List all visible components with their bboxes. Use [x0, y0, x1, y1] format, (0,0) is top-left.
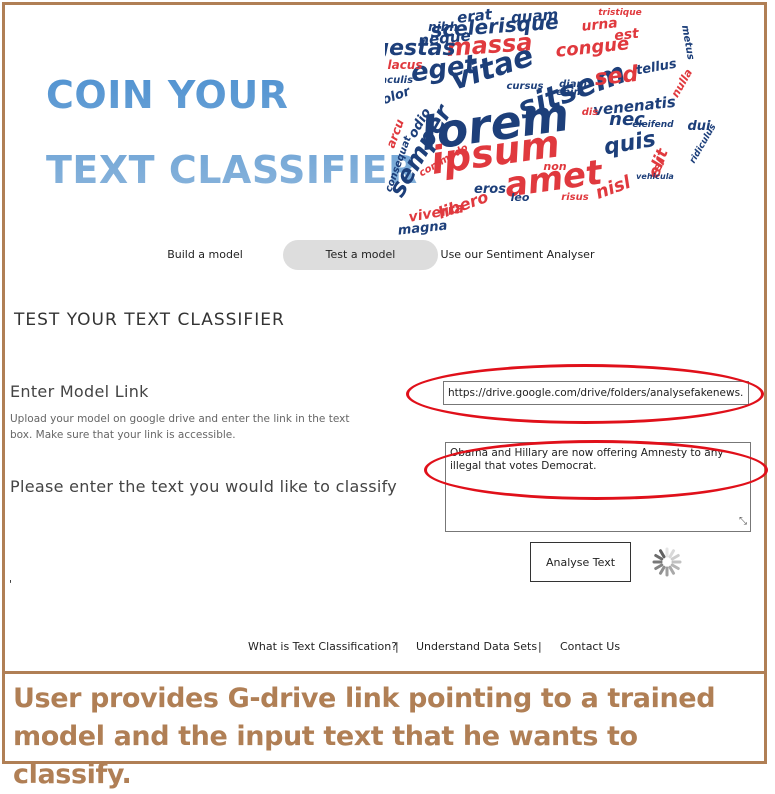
word-cloud-word: sed: [593, 62, 639, 91]
tab-test-model[interactable]: Test a model: [283, 240, 438, 270]
section-title: TEST YOUR TEXT CLASSIFIER: [14, 310, 285, 330]
resize-handle-icon[interactable]: ⤡: [739, 515, 747, 528]
word-cloud-word: lacus: [387, 58, 422, 72]
footer-separator: |: [395, 640, 399, 653]
word-cloud-image: loremipsumsitsemametvitaeegetmassasemper…: [385, 5, 724, 237]
word-cloud-word: diam: [559, 79, 587, 90]
footer-link-text-classification[interactable]: What is Text Classification?: [248, 640, 397, 653]
text-input-label: Please enter the text you would like to …: [10, 477, 398, 496]
word-cloud-word: erat: [456, 5, 493, 27]
word-cloud-word: nibh: [428, 20, 458, 34]
word-cloud-word: iaculis: [385, 75, 413, 86]
main-nav: Build a model Test a model Use our Senti…: [0, 240, 775, 270]
word-cloud-word: magna: [397, 218, 448, 237]
loading-spinner-icon: [652, 547, 682, 577]
word-cloud-word: eleifend: [632, 120, 674, 130]
logo-line-2: TEXT CLASSIFIER: [46, 148, 418, 192]
annotation-ellipse-text: [424, 440, 768, 500]
word-cloud-word: eros: [474, 182, 506, 197]
model-link-help: Upload your model on google drive and en…: [10, 413, 350, 441]
stray-text: ': [9, 578, 13, 591]
model-link-label: Enter Model Link: [10, 382, 149, 401]
tab-sentiment-analyser[interactable]: Use our Sentiment Analyser: [440, 240, 595, 270]
caption-box: User provides G-drive link pointing to a…: [2, 671, 767, 790]
word-cloud-word: risus: [561, 192, 588, 203]
footer-link-data-sets[interactable]: Understand Data Sets: [416, 640, 537, 653]
word-cloud-word: leo: [511, 191, 530, 204]
footer-separator: |: [538, 640, 542, 653]
word-cloud-word: quam: [510, 5, 558, 26]
word-cloud-word: non: [543, 160, 566, 173]
caption-text: User provides G-drive link pointing to a…: [13, 683, 716, 790]
word-cloud-word: tristique: [598, 8, 642, 18]
word-cloud-word: vehicula: [636, 172, 674, 181]
annotation-ellipse-link: [406, 364, 764, 424]
analyse-text-button[interactable]: Analyse Text: [530, 542, 631, 582]
word-cloud-word: cursus: [506, 81, 543, 92]
logo-line-1: COIN YOUR: [46, 73, 289, 117]
tab-build-model[interactable]: Build a model: [150, 240, 260, 270]
word-cloud-word: dis: [582, 107, 599, 118]
footer-link-contact-us[interactable]: Contact Us: [560, 640, 620, 653]
word-cloud-word: est: [614, 26, 641, 45]
site-logo: COIN YOUR TEXT CLASSIFIER: [46, 58, 418, 208]
